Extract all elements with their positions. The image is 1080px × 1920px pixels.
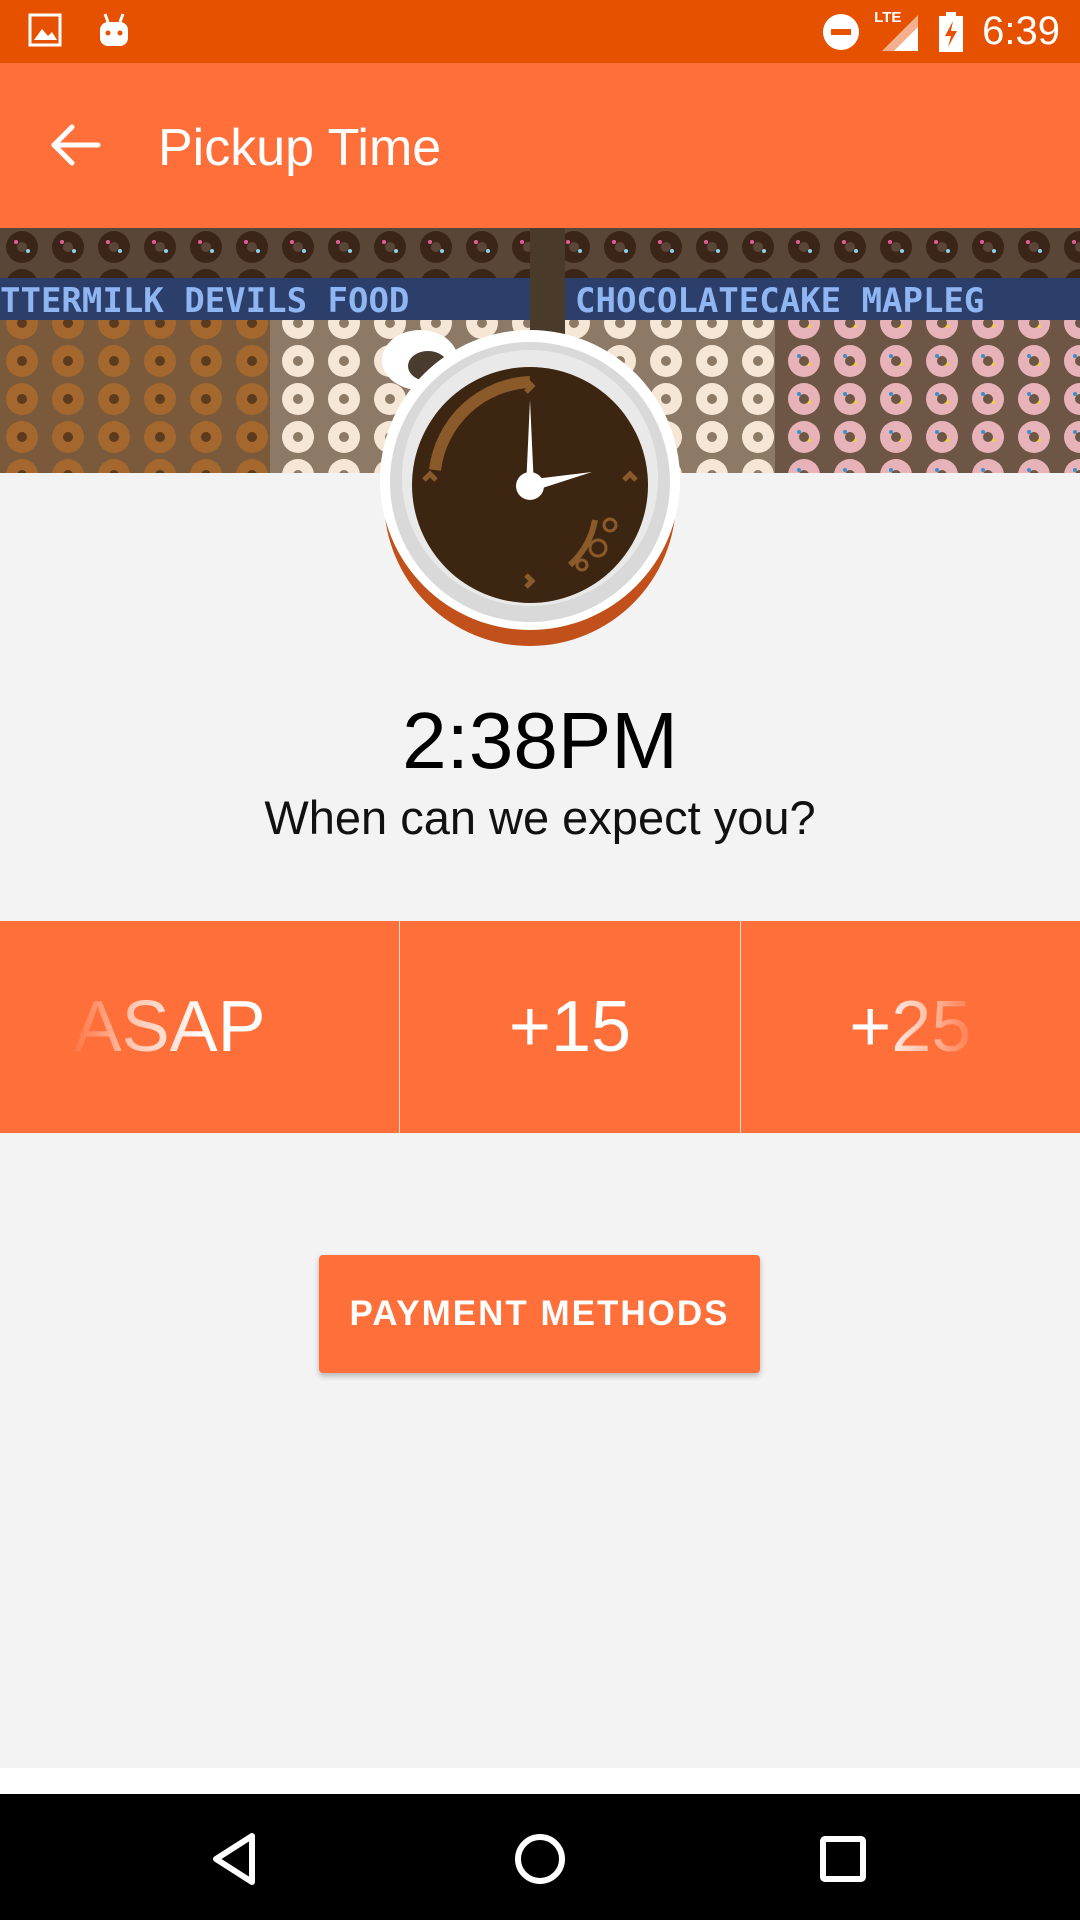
clock-cup-illustration bbox=[370, 320, 690, 660]
payment-methods-button[interactable]: PAYMENT METHODS bbox=[319, 1255, 760, 1373]
pickup-time-picker[interactable]: ASAP +15 +25 bbox=[0, 921, 1080, 1133]
status-bar: LTE 6:39 bbox=[0, 0, 1080, 63]
content-bottom-edge bbox=[0, 1768, 1080, 1794]
lte-label: LTE bbox=[874, 8, 902, 26]
option-asap-label: ASAP bbox=[73, 987, 266, 1067]
nav-back-icon bbox=[213, 1833, 255, 1885]
banner-sign-right: CHOCOLATECAKE MAPLEG bbox=[575, 281, 984, 321]
option-plus-25-label: +25 bbox=[849, 987, 972, 1067]
battery-charging-icon bbox=[939, 11, 964, 52]
nav-home-icon bbox=[515, 1834, 565, 1884]
option-plus-25[interactable]: +25 bbox=[741, 921, 1080, 1133]
android-icon bbox=[100, 13, 128, 46]
image-icon bbox=[28, 13, 62, 47]
nav-back-button[interactable] bbox=[202, 1824, 272, 1894]
app-bar: Pickup Time bbox=[0, 63, 1080, 228]
nav-recents-button[interactable] bbox=[808, 1824, 878, 1894]
banner-sign-left: TTERMILK DEVILS FOOD bbox=[0, 281, 409, 321]
option-plus-15[interactable]: +15 bbox=[400, 921, 741, 1133]
status-time: 6:39 bbox=[982, 9, 1060, 53]
arrow-back-icon bbox=[51, 124, 101, 166]
do-not-disturb-icon bbox=[823, 13, 860, 50]
back-button[interactable] bbox=[44, 113, 108, 177]
nav-home-button[interactable] bbox=[505, 1824, 575, 1894]
option-plus-15-label: +15 bbox=[508, 987, 632, 1067]
page-title: Pickup Time bbox=[158, 119, 442, 177]
lte-signal-icon: LTE bbox=[874, 9, 920, 53]
nav-recents-icon bbox=[820, 1836, 866, 1882]
navigation-bar bbox=[0, 1794, 1080, 1920]
pickup-question: When can we expect you? bbox=[264, 791, 816, 844]
pickup-time-display: 2:38PM bbox=[402, 696, 678, 785]
option-asap[interactable]: ASAP bbox=[0, 921, 401, 1133]
